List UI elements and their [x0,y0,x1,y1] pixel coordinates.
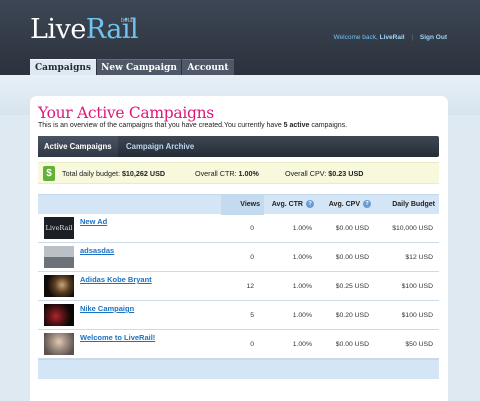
welcome-text: Welcome back, [333,34,378,41]
campaigns-table: Views Avg. CTR? Avg. CPV? Daily Budget L… [38,194,439,379]
overall-cpv: Overall CPV: $0.23 USD [285,169,363,178]
cpv-cell: $0.00 USD [335,254,369,261]
username: LiveRail [379,34,405,41]
table-row: LiveRail New Ad 0 1.00% $0.00 USD $10,00… [38,214,439,243]
ctr-cell: 1.00% [292,254,312,261]
intro-text: This is an overview of the campaigns tha… [38,122,347,129]
table-row: adsasdas 0 1.00% $0.00 USD $12 USD [38,243,439,272]
budget-cell: $100 USD [401,312,433,319]
cpv-cell: $0.00 USD [335,341,369,348]
cpv-label: Overall CPV: [285,169,327,178]
cpv-cell: $0.20 USD [335,312,369,319]
ctr-cell: 1.00% [292,312,312,319]
total-budget: Total daily budget: $10,262 USD [62,169,165,178]
campaign-thumbnail[interactable] [44,304,74,326]
table-header: Views Avg. CTR? Avg. CPV? Daily Budget [38,194,439,215]
views-cell: 5 [250,312,254,319]
views-cell: 0 [250,225,254,232]
intro-after: campaigns. [311,122,348,129]
page-title: Your Active Campaigns [38,104,214,122]
top-header: LiveRail beta Welcome back, LiveRail | S… [0,0,480,75]
info-icon[interactable]: ? [306,200,314,209]
col-daily-budget[interactable]: Daily Budget [373,195,435,215]
campaign-link[interactable]: adsasdas [80,246,114,255]
table-row: Nike Campaign 5 1.00% $0.20 USD $100 USD [38,301,439,330]
table-row: Welcome to LiveRail! 0 1.00% $0.00 USD $… [38,330,439,359]
info-icon[interactable]: ? [363,200,371,209]
cpv-value: $0.23 USD [328,169,364,178]
views-cell: 0 [250,341,254,348]
ctr-cell: 1.00% [292,341,312,348]
welcome-area: Welcome back, LiveRail | Sign Out [334,34,448,41]
col-views[interactable]: Views [221,195,264,215]
budget-cell: $50 USD [405,341,433,348]
col-avg-ctr-label: Avg. CTR [271,201,303,208]
table-row: Adidas Kobe Bryant 12 1.00% $0.25 USD $1… [38,272,439,301]
sign-out-link[interactable]: Sign Out [420,34,447,41]
campaign-link[interactable]: Adidas Kobe Bryant [80,275,152,284]
campaign-link[interactable]: New Ad [80,217,107,226]
budget-cell: $12 USD [405,254,433,261]
campaign-subtabs: Active Campaigns Campaign Archive [38,136,439,157]
ctr-cell: 1.00% [292,225,312,232]
tab-campaigns[interactable]: Campaigns [30,59,96,75]
budget-cell: $10,000 USD [392,225,433,232]
col-avg-cpv[interactable]: Avg. CPV? [316,195,373,215]
summary-bar: $ Total daily budget: $10,262 USD Overal… [38,162,439,184]
tab-account[interactable]: Account [182,59,234,75]
logo-text-live: Live [30,14,86,45]
budget-value: $10,262 USD [121,169,166,178]
separator: | [411,34,414,41]
ctr-value: 1.00% [238,169,259,178]
col-avg-ctr[interactable]: Avg. CTR? [264,195,316,215]
ctr-label: Overall CTR: [195,169,237,178]
tab-new-campaign[interactable]: New Campaign [97,59,181,75]
views-cell: 12 [246,283,254,290]
main-nav: Campaigns New Campaign Account [0,59,480,75]
campaign-thumbnail[interactable] [44,275,74,297]
beta-label: beta [121,18,133,24]
subtab-active-campaigns[interactable]: Active Campaigns [38,136,118,157]
subtab-campaign-archive[interactable]: Campaign Archive [120,136,200,157]
campaign-thumbnail[interactable] [44,333,74,355]
budget-label: Total daily budget: [62,169,120,178]
campaign-link[interactable]: Nike Campaign [80,304,134,313]
active-count: 5 active [283,122,310,129]
campaigns-panel: Your Active Campaigns This is an overvie… [30,96,448,401]
cpv-cell: $0.00 USD [335,225,369,232]
table-footer [38,359,439,379]
overall-ctr: Overall CTR: 1.00% [195,169,259,178]
cpv-cell: $0.25 USD [335,283,369,290]
col-avg-cpv-label: Avg. CPV [328,201,360,208]
views-cell: 0 [250,254,254,261]
budget-cell: $100 USD [401,283,433,290]
campaign-thumbnail[interactable]: LiveRail [44,217,74,239]
campaign-link[interactable]: Welcome to LiveRail! [80,333,155,342]
thumb-logo-text: LiveRail [45,224,73,232]
dollar-icon: $ [43,166,55,181]
ctr-cell: 1.00% [292,283,312,290]
intro-before: This is an overview of the campaigns tha… [38,122,282,129]
campaign-thumbnail[interactable] [44,246,74,268]
